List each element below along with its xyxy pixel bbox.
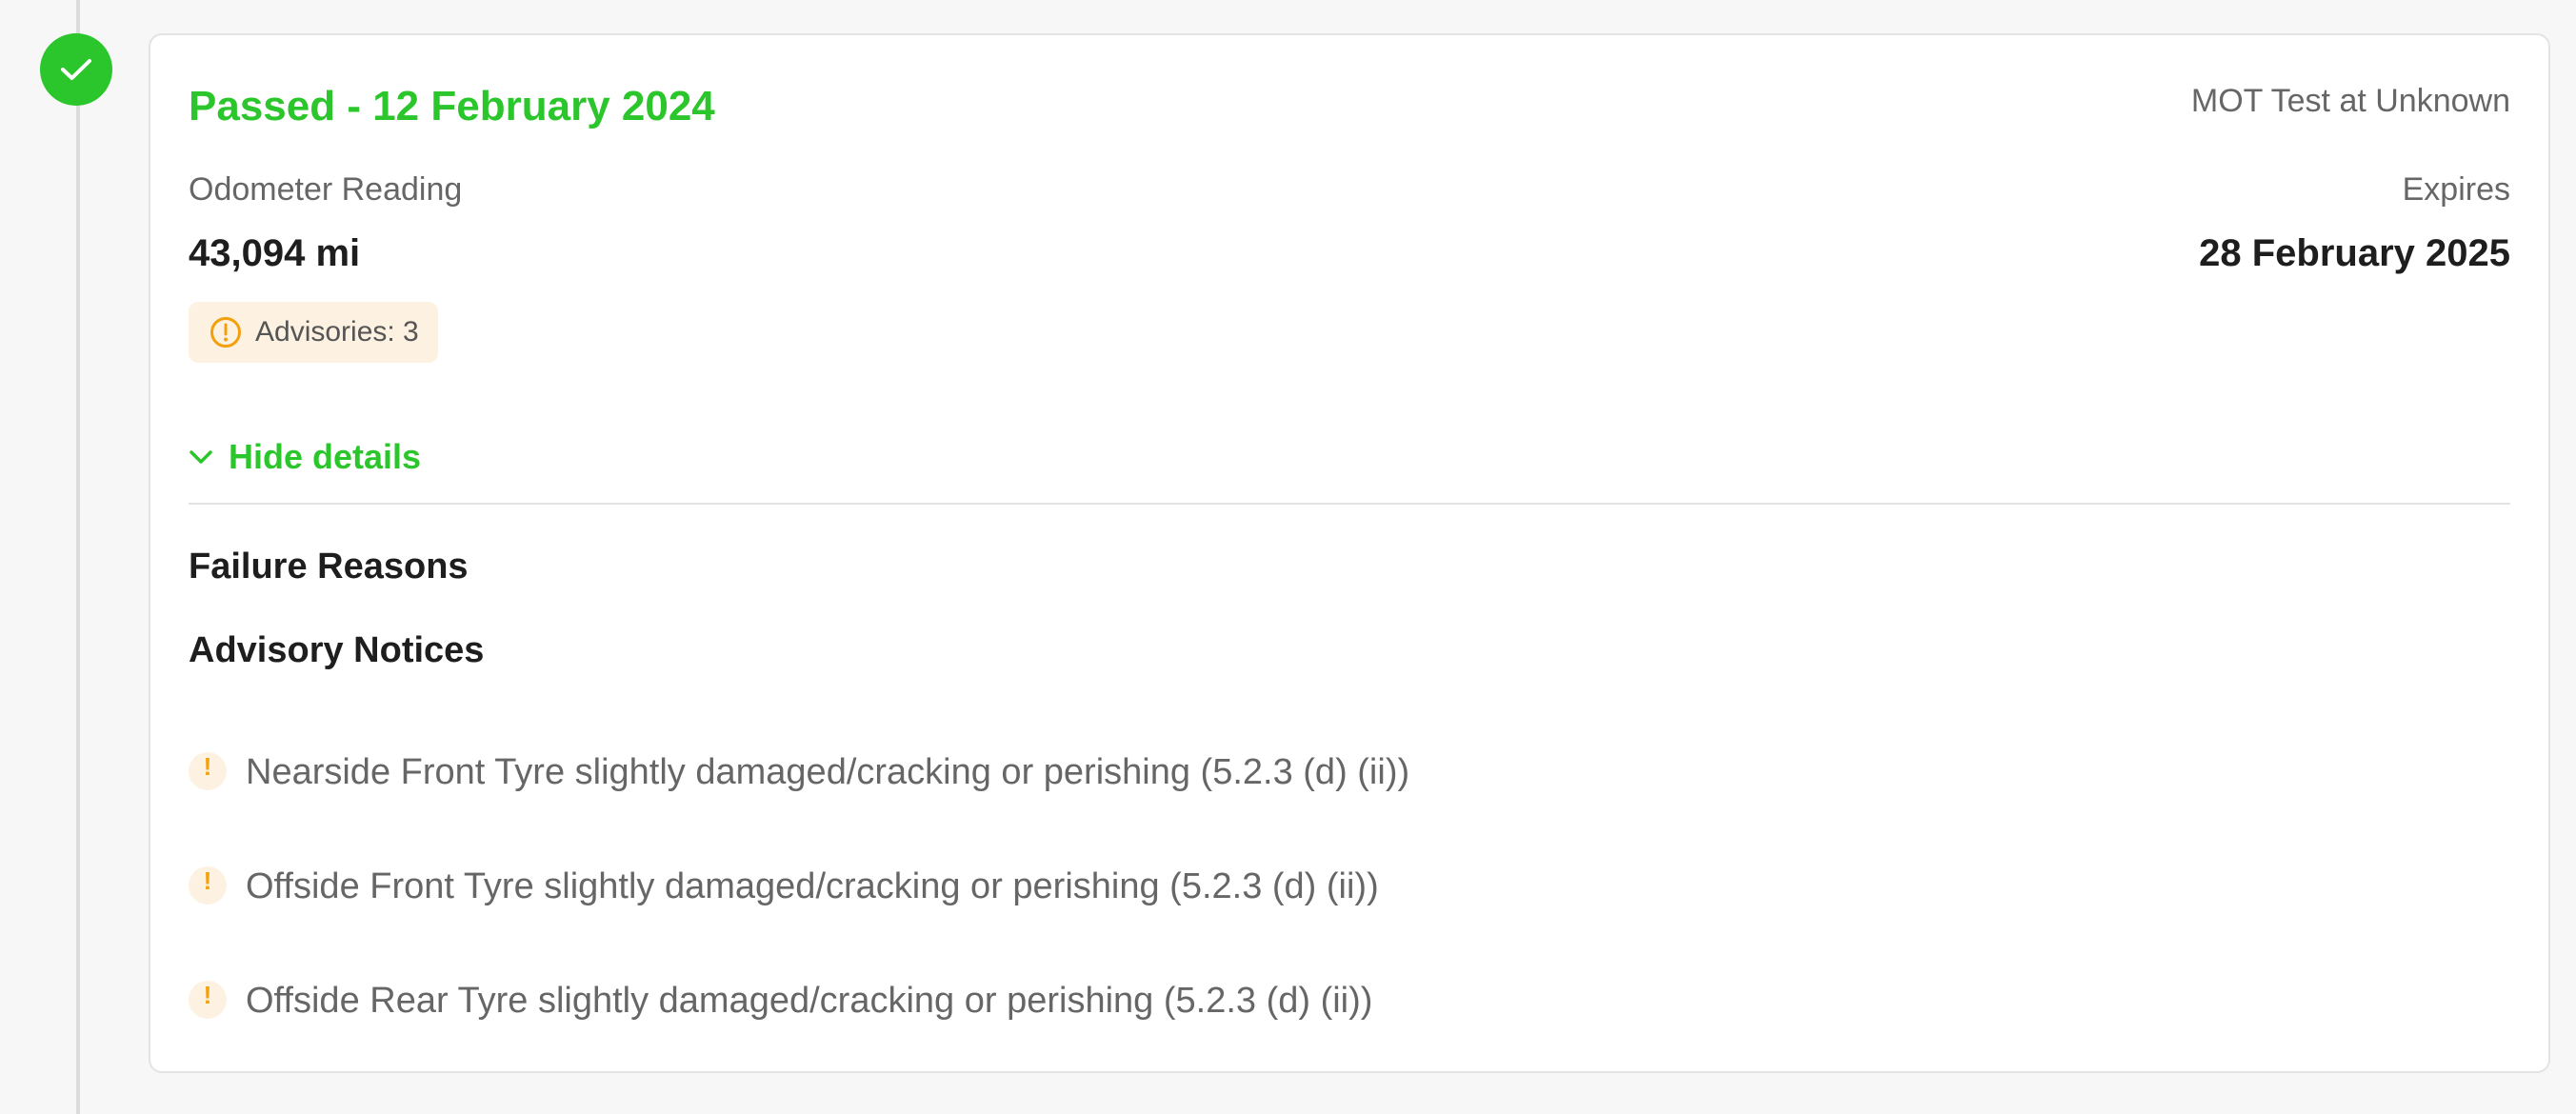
advisory-item: ! Nearside Front Tyre slightly damaged/c… bbox=[189, 750, 1409, 794]
advisory-item-text: Offside Front Tyre slightly damaged/crac… bbox=[246, 866, 1379, 906]
timeline-line bbox=[76, 0, 80, 1114]
warning-dot-icon: ! bbox=[189, 752, 227, 790]
warning-dot-icon: ! bbox=[189, 866, 227, 905]
advisories-badge: Advisories: 3 bbox=[189, 302, 438, 363]
advisory-notices-heading: Advisory Notices bbox=[189, 630, 485, 670]
status-passed-indicator bbox=[40, 33, 112, 106]
advisory-item: ! Offside Front Tyre slightly damaged/cr… bbox=[189, 865, 1379, 908]
warning-dot-icon: ! bbox=[189, 981, 227, 1019]
test-location: MOT Test at Unknown bbox=[2190, 83, 2510, 119]
advisories-badge-label: Advisories: 3 bbox=[255, 316, 419, 348]
test-result-title: Passed - 12 February 2024 bbox=[189, 83, 715, 129]
advisory-item-text: Offside Rear Tyre slightly damaged/crack… bbox=[246, 981, 1373, 1021]
expires-label: Expires bbox=[2402, 171, 2510, 208]
advisory-item-text: Nearside Front Tyre slightly damaged/cra… bbox=[246, 752, 1410, 792]
odometer-label: Odometer Reading bbox=[189, 171, 463, 208]
mot-test-card-content: Passed - 12 February 2024 MOT Test at Un… bbox=[189, 35, 2510, 1071]
details-divider bbox=[189, 503, 2510, 505]
expires-value: 28 February 2025 bbox=[2199, 232, 2510, 274]
failure-reasons-heading: Failure Reasons bbox=[189, 547, 469, 587]
warning-circle-icon bbox=[210, 317, 241, 348]
mot-test-card: Passed - 12 February 2024 MOT Test at Un… bbox=[149, 33, 2550, 1073]
chevron-down-icon bbox=[190, 450, 212, 464]
advisory-item: ! Offside Rear Tyre slightly damaged/cra… bbox=[189, 979, 1372, 1023]
hide-details-button[interactable]: Hide details bbox=[189, 437, 421, 477]
hide-details-label: Hide details bbox=[229, 437, 422, 476]
odometer-value: 43,094 mi bbox=[189, 232, 361, 274]
check-icon bbox=[61, 59, 91, 80]
